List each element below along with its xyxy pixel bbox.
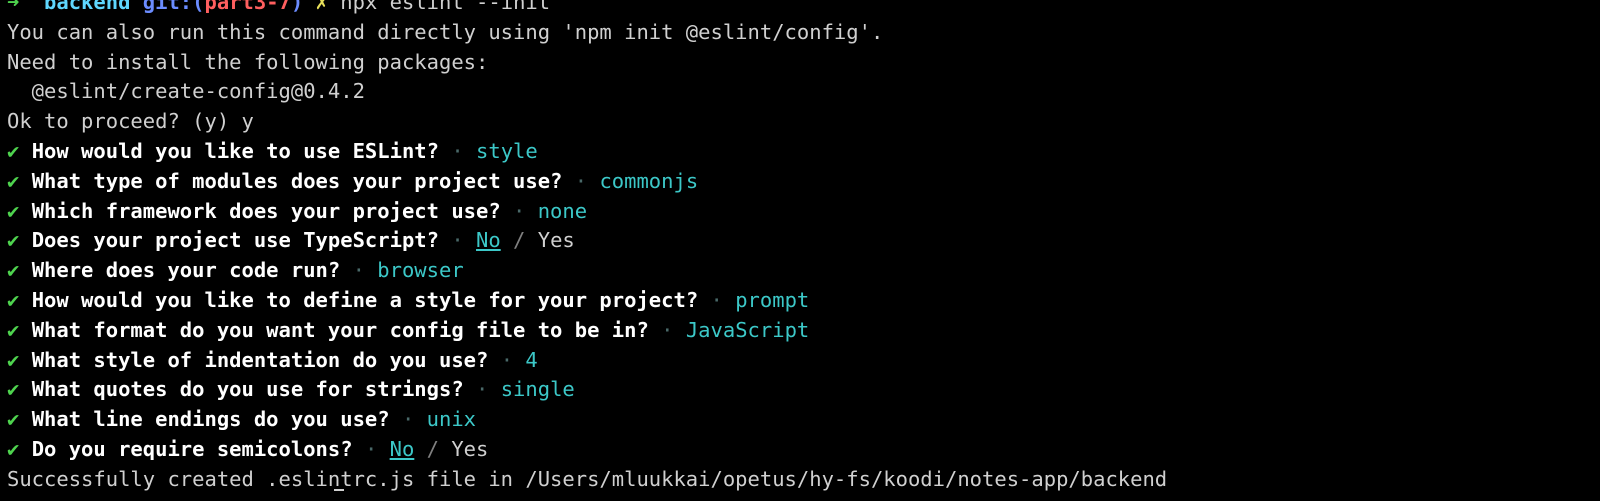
qa-line: ✔ What quotes do you use for strings? · …: [7, 375, 1600, 405]
output-line: Ok to proceed? (y) y: [7, 109, 254, 134]
qa-question: Does your project use TypeScript?: [31, 228, 439, 253]
qa-alternative: Yes: [451, 436, 489, 461]
qa-question: How would you like to define a style for…: [31, 287, 699, 312]
qa-separator: ·: [364, 436, 378, 461]
check-icon: ✔: [7, 168, 20, 193]
qa-line: ✔ What type of modules does your project…: [7, 167, 1600, 197]
qa-separator: ·: [513, 198, 526, 223]
check-icon: ✔: [7, 258, 20, 283]
qa-separator: ·: [451, 138, 464, 163]
terminal-output: ➜ backend git:(part3-7) ✗ npx eslint --i…: [7, 0, 1600, 495]
check-icon: ✔: [7, 198, 20, 223]
qa-separator: ·: [500, 347, 514, 372]
check-icon: ✔: [7, 377, 20, 402]
qa-line: ✔ What format do you want your config fi…: [7, 316, 1600, 346]
qa-line: ✔ Does your project use TypeScript? · No…: [7, 226, 1600, 256]
qa-answer: none: [537, 198, 588, 223]
qa-line: ✔ Where does your code run? · browser: [7, 256, 1600, 286]
qa-separator: ·: [710, 287, 723, 312]
check-icon: ✔: [7, 228, 20, 253]
qa-answer: No: [389, 436, 415, 461]
qa-answer: single: [500, 377, 575, 402]
qa-answer: prompt: [735, 287, 810, 312]
qa-question: What type of modules does your project u…: [31, 168, 563, 193]
prompt-directory: backend: [44, 0, 131, 14]
qa-question: What style of indentation do you use?: [31, 347, 489, 372]
dirty-x-icon: ✗: [315, 0, 328, 14]
qa-line: ✔ What line endings do you use? · unix: [7, 405, 1600, 435]
qa-question: Where does your code run?: [31, 258, 341, 283]
qa-line: ✔ How would you like to use ESLint? · st…: [7, 137, 1600, 167]
output-line: @eslint/create-config@0.4.2: [7, 79, 365, 104]
prompt-git-label: git:(: [142, 0, 205, 14]
qa-question: Do you require semicolons?: [31, 436, 353, 461]
qa-answer: JavaScript: [685, 317, 810, 342]
qa-question: How would you like to use ESLint?: [31, 138, 439, 163]
check-icon: ✔: [7, 138, 20, 163]
qa-answer: style: [476, 138, 538, 163]
qa-line: ✔ How would you like to define a style f…: [7, 286, 1600, 316]
qa-line: ✔ What style of indentation do you use? …: [7, 346, 1600, 376]
check-icon: ✔: [7, 407, 20, 432]
qa-question: What quotes do you use for strings?: [31, 377, 464, 402]
success-line: Successfully created .eslintrc.js file i…: [7, 466, 1168, 491]
qa-line: ✔ Do you require semicolons? · No / Yes: [7, 435, 1600, 465]
qa-question: What line endings do you use?: [31, 407, 390, 432]
qa-slash: /: [426, 436, 439, 461]
qa-separator: ·: [574, 168, 588, 193]
prompt-branch: part3-7: [204, 0, 291, 14]
prompt-arrow-icon: ➜: [7, 0, 20, 14]
qa-answer: unix: [426, 407, 477, 432]
terminal-window[interactable]: ➜ backend git:(part3-7) ✗ npx eslint --i…: [0, 0, 1600, 501]
text-cursor: [334, 489, 344, 491]
qa-question: What format do you want your config file…: [31, 317, 649, 342]
qa-separator: ·: [451, 228, 464, 253]
check-icon: ✔: [7, 347, 20, 372]
prompt-git-close: ): [290, 0, 304, 14]
qa-line: ✔ Which framework does your project use?…: [7, 197, 1600, 227]
output-line: Need to install the following packages:: [7, 49, 489, 74]
qa-answer: browser: [377, 258, 464, 283]
qa-answer: commonjs: [599, 168, 699, 193]
qa-separator: ·: [401, 407, 415, 432]
qa-separator: ·: [352, 258, 365, 283]
qa-list: ✔ How would you like to use ESLint? · st…: [7, 137, 1600, 465]
qa-question: Which framework does your project use?: [31, 198, 501, 223]
prompt-command: npx eslint --init: [340, 0, 551, 14]
check-icon: ✔: [7, 317, 20, 342]
qa-answer: 4: [525, 347, 538, 372]
output-line: You can also run this command directly u…: [7, 19, 884, 44]
qa-slash: /: [513, 228, 526, 253]
qa-separator: ·: [476, 377, 489, 402]
qa-answer: No: [476, 228, 501, 253]
qa-separator: ·: [661, 317, 674, 342]
qa-alternative: Yes: [537, 228, 575, 253]
prompt-line: ➜ backend git:(part3-7) ✗ npx eslint --i…: [7, 0, 1600, 18]
check-icon: ✔: [7, 436, 20, 461]
check-icon: ✔: [7, 287, 20, 312]
